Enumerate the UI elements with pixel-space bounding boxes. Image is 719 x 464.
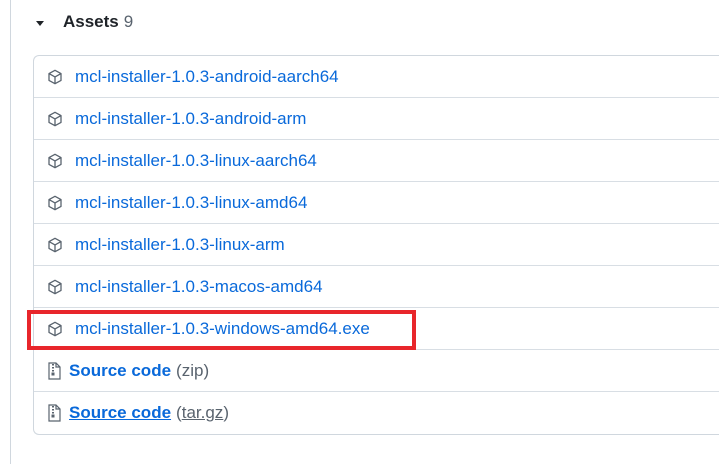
asset-link-linux-arm[interactable]: mcl-installer-1.0.3-linux-arm	[75, 235, 285, 255]
package-icon	[46, 278, 64, 296]
asset-row: mcl-installer-1.0.3-macos-amd64	[34, 266, 719, 308]
asset-link-windows-amd64-exe[interactable]: mcl-installer-1.0.3-windows-amd64.exe	[75, 319, 370, 339]
source-code-zip-ext: (zip)	[176, 361, 209, 381]
asset-row: mcl-installer-1.0.3-linux-aarch64	[34, 140, 719, 182]
triangle-down-icon	[36, 20, 44, 26]
asset-row: mcl-installer-1.0.3-android-arm	[34, 98, 719, 140]
assets-title: Assets	[63, 12, 119, 31]
package-icon	[46, 152, 64, 170]
source-code-targz-link[interactable]: Source code	[69, 403, 171, 423]
file-zip-icon	[45, 404, 63, 422]
assets-count: 9	[123, 12, 134, 31]
package-icon	[46, 194, 64, 212]
asset-row: mcl-installer-1.0.3-linux-amd64	[34, 182, 719, 224]
package-icon	[46, 110, 64, 128]
asset-row: Source code (tar.gz)	[34, 392, 719, 434]
asset-row: mcl-installer-1.0.3-android-aarch64	[34, 56, 719, 98]
asset-link-android-aarch64[interactable]: mcl-installer-1.0.3-android-aarch64	[75, 67, 339, 87]
package-icon	[46, 68, 64, 86]
asset-row: Source code (zip)	[34, 350, 719, 392]
asset-link-android-arm[interactable]: mcl-installer-1.0.3-android-arm	[75, 109, 306, 129]
asset-row: mcl-installer-1.0.3-windows-amd64.exe	[34, 308, 719, 350]
package-icon	[46, 320, 64, 338]
asset-list: mcl-installer-1.0.3-android-aarch64 mcl-…	[33, 55, 719, 435]
asset-link-linux-aarch64[interactable]: mcl-installer-1.0.3-linux-aarch64	[75, 151, 317, 171]
ext-label: zip	[181, 360, 204, 380]
assets-toggle[interactable]: Assets 9	[36, 10, 133, 34]
release-assets-panel: Assets 9 mcl-installer-1.0.3-android-aar…	[0, 0, 719, 464]
paren-close: )	[223, 403, 229, 422]
asset-row: mcl-installer-1.0.3-linux-arm	[34, 224, 719, 266]
file-zip-icon	[45, 361, 63, 380]
ext-label: tar.gz	[181, 403, 224, 422]
source-code-targz-ext: (tar.gz)	[176, 403, 229, 423]
paren-close: )	[203, 360, 210, 380]
asset-link-linux-amd64[interactable]: mcl-installer-1.0.3-linux-amd64	[75, 193, 307, 213]
package-icon	[46, 236, 64, 254]
source-code-zip-link[interactable]: Source code	[69, 361, 171, 381]
timeline-divider	[10, 0, 11, 464]
asset-link-macos-amd64[interactable]: mcl-installer-1.0.3-macos-amd64	[75, 277, 323, 297]
